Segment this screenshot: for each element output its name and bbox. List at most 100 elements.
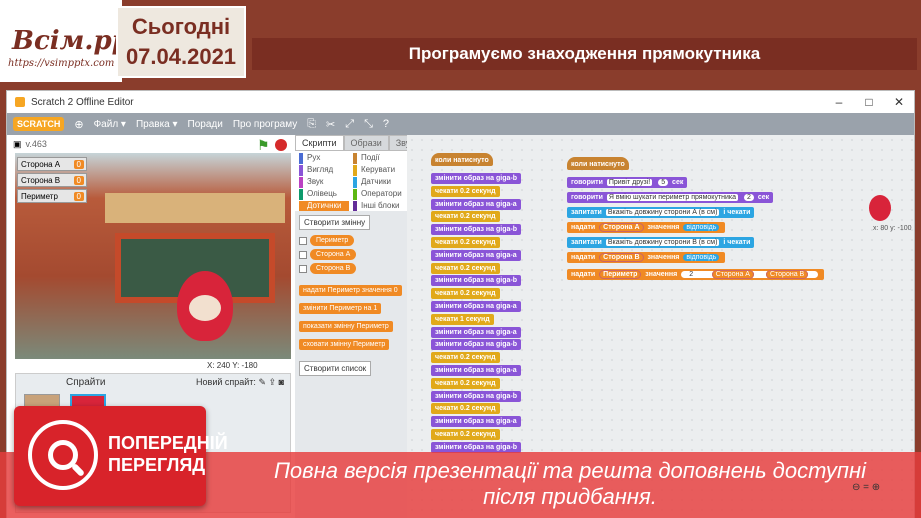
category-looks[interactable]: Вигляд	[299, 165, 333, 176]
category-operators[interactable]: Оператори	[353, 189, 402, 200]
duplicate-icon[interactable]: ⎘	[307, 118, 316, 131]
block-dropdown[interactable]: Сторона А	[599, 223, 644, 232]
when-flag-hat-right[interactable]: коли натиснуто	[567, 157, 629, 170]
ask-block[interactable]: запитати Вкажіть довжину сторони А (в см…	[567, 207, 755, 218]
wait-block[interactable]: чекати 0.2 секунд	[431, 211, 500, 223]
wait-block[interactable]: чекати 1 секунд	[431, 313, 494, 325]
var-reporter[interactable]: Сторона В	[765, 270, 809, 279]
var-checkbox[interactable]	[299, 236, 307, 245]
ask-block[interactable]: запитати Вкажіть довжину сторони В (в см…	[567, 237, 755, 248]
block-dropdown[interactable]: Периметр	[599, 270, 642, 279]
switch-costume-block[interactable]: змінити образ на giga-a	[431, 249, 521, 261]
block-dropdown[interactable]: Сторона В	[599, 253, 644, 262]
say-block[interactable]: говорити Я вмію шукати периметр прямокут…	[567, 192, 774, 203]
block-input[interactable]: 2	[744, 194, 754, 201]
var-block[interactable]: Сторона А	[310, 249, 357, 260]
switch-costume-block[interactable]: змінити образ на giga-b	[431, 339, 521, 351]
switch-costume-block[interactable]: змінити образ на giga-a	[431, 198, 521, 210]
switch-costume-block[interactable]: змінити образ на giga-a	[431, 301, 521, 312]
set-var-block[interactable]: надати Периметр значення 0	[299, 285, 402, 296]
block-text: запитати	[571, 239, 602, 246]
category-events[interactable]: Події	[353, 153, 380, 164]
switch-costume-block[interactable]: змінити образ на giga-a	[431, 416, 521, 428]
menu-about[interactable]: Про програму	[233, 119, 297, 130]
minimize-icon[interactable]: –	[824, 95, 854, 109]
var-block[interactable]: Сторона В	[310, 263, 357, 274]
preview-badge[interactable]: ПОПЕРЕДНІЙ ПЕРЕГЛЯД	[14, 406, 228, 506]
var-block[interactable]: Периметр	[310, 235, 355, 246]
show-var-block[interactable]: показати змінну Периметр	[299, 321, 393, 332]
zoom-in-icon[interactable]: ⊕	[872, 482, 880, 493]
create-list-button[interactable]: Створити список	[299, 361, 372, 376]
block-input[interactable]: Вкажіть довжину сторони А (в см)	[605, 209, 720, 216]
wait-block[interactable]: чекати 0.2 секунд	[431, 429, 500, 440]
help-icon[interactable]: ?	[383, 118, 389, 130]
switch-costume-block[interactable]: змінити образ на giga-b	[431, 275, 521, 287]
block-reporter[interactable]: відповідь	[683, 224, 720, 231]
wait-block[interactable]: чекати 0.2 секунд	[431, 352, 500, 364]
when-flag-hat-left[interactable]: коли натиснуто	[431, 153, 493, 166]
delete-icon[interactable]: ✂	[326, 118, 335, 131]
block-input[interactable]: 2	[686, 271, 697, 278]
stage-coords: X: 240 Y: -180	[207, 361, 258, 370]
category-sensing[interactable]: Датчики	[353, 177, 391, 188]
wait-block[interactable]: чекати 0.2 секунд	[431, 262, 500, 274]
paint-sprite-icon[interactable]: ✎	[258, 377, 266, 387]
maximize-icon[interactable]: □	[854, 95, 884, 109]
category-motion[interactable]: Рух	[299, 153, 320, 164]
wait-block[interactable]: чекати 0.2 секунд	[431, 237, 500, 248]
var-checkbox[interactable]	[299, 250, 307, 259]
hide-var-block[interactable]: сховати змінну Периметр	[299, 339, 390, 350]
set-block[interactable]: надати Сторона А значення відповідь	[567, 222, 726, 233]
shrink-icon[interactable]: ⤡	[364, 118, 373, 131]
set-perimeter-block[interactable]: надати Периметр значення 2 * Сторона А +…	[567, 269, 825, 280]
camera-icon[interactable]: ◙	[279, 377, 284, 387]
block-text: і чекати	[723, 239, 751, 246]
sprite-giga[interactable]	[177, 271, 233, 341]
operator-block[interactable]: Сторона А + Сторона В	[706, 270, 814, 279]
category-pen[interactable]: Олівець	[299, 189, 337, 200]
block-input[interactable]: Привіт друзі!	[606, 179, 653, 186]
menu-file[interactable]: Файл ▾	[94, 119, 126, 130]
block-reporter[interactable]: відповідь	[683, 254, 720, 261]
operator-block[interactable]: 2 * Сторона А + Сторона В	[681, 270, 819, 279]
block-input[interactable]: 5	[658, 179, 669, 186]
switch-costume-block[interactable]: змінити образ на giga-b	[431, 390, 521, 402]
wait-block[interactable]: чекати 0.2 секунд	[431, 185, 500, 197]
zoom-reset-icon[interactable]: =	[863, 482, 869, 493]
switch-costume-block[interactable]: змінити образ на giga-b	[431, 224, 521, 236]
sprite-xy-info: x: 80 y: -100	[873, 225, 912, 232]
wait-block[interactable]: чекати 0.2 секунд	[431, 403, 500, 415]
tab-scripts[interactable]: Скрипти	[295, 135, 344, 151]
zoom-out-icon[interactable]: ⊖	[852, 482, 860, 493]
green-flag-icon[interactable]: ⚑	[257, 137, 270, 154]
menu-tips[interactable]: Поради	[188, 119, 223, 130]
menu-edit[interactable]: Правка ▾	[136, 119, 178, 130]
set-block[interactable]: надати Сторона В значення відповідь	[567, 252, 726, 263]
block-input[interactable]: Вкажіть довжину сторони В (в см)	[605, 239, 720, 246]
category-control[interactable]: Керувати	[353, 165, 395, 176]
block-input[interactable]: Я вмію шукати периметр прямокутника	[606, 194, 739, 201]
palette-tabs: Скрипти Образи Звуки	[295, 135, 427, 151]
globe-icon[interactable]: ⊕	[74, 118, 83, 131]
say-block[interactable]: говорити Привіт друзі! 5 сек	[567, 177, 688, 188]
close-icon[interactable]: ✕	[884, 95, 914, 109]
wait-block[interactable]: чекати 0.2 секунд	[431, 288, 500, 300]
tab-costumes[interactable]: Образи	[343, 135, 389, 151]
var-reporter[interactable]: Сторона А	[711, 270, 754, 279]
var-checkbox[interactable]	[299, 264, 307, 273]
wait-block[interactable]: чекати 0.2 секунд	[431, 377, 500, 389]
monitor-value: 0	[73, 175, 84, 185]
switch-costume-block[interactable]: змінити образ на giga-a	[431, 365, 521, 376]
upload-sprite-icon[interactable]: ⇪	[269, 377, 277, 387]
stage[interactable]: Сторона А 0 Сторона В 0 Периметр 0	[15, 153, 291, 359]
switch-costume-block[interactable]: змінити образ на giga-a	[431, 326, 521, 338]
block-text: надати	[571, 224, 596, 231]
category-sound[interactable]: Звук	[299, 177, 323, 188]
grow-icon[interactable]: ⤢	[345, 118, 354, 131]
stage-mode-icon[interactable]: ▣	[13, 139, 22, 150]
switch-costume-block[interactable]: змінити образ на giga-b	[431, 173, 521, 184]
create-variable-button[interactable]: Створити змінну	[299, 215, 371, 230]
change-var-block[interactable]: змінити Периметр на 1	[299, 303, 382, 314]
stop-icon[interactable]	[275, 139, 287, 151]
